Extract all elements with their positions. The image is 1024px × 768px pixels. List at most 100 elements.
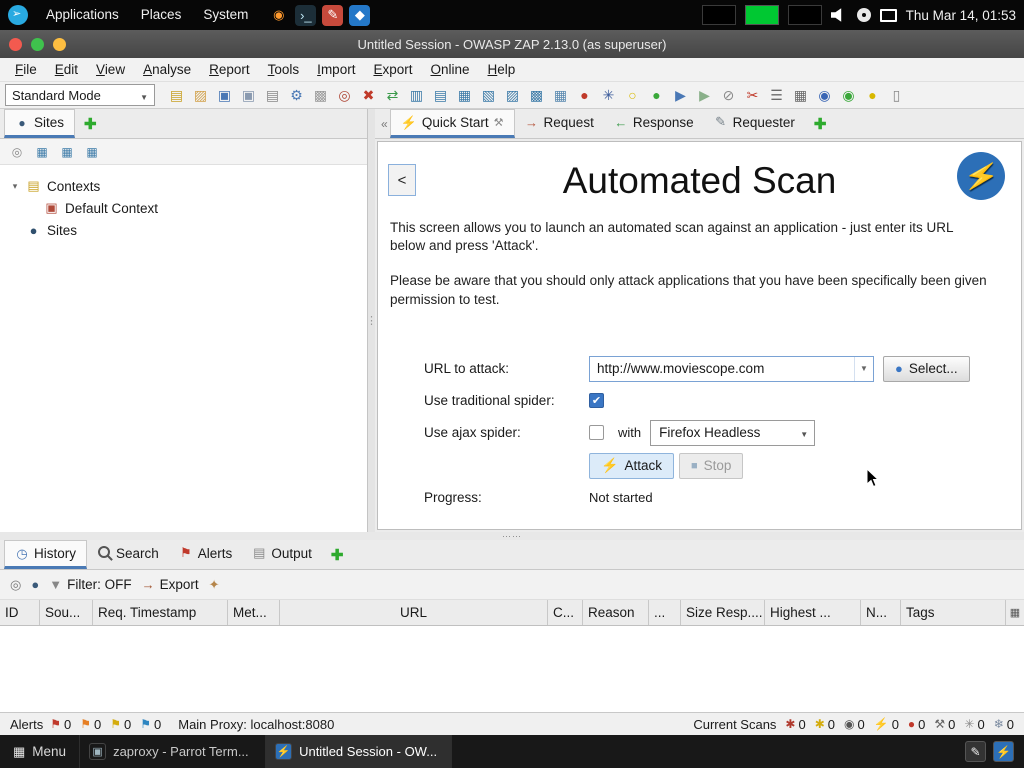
globe-icon[interactable]: ●: [31, 577, 39, 592]
firefox-icon[interactable]: ◉: [268, 5, 289, 26]
show-all-icon[interactable]: ▦: [32, 142, 52, 162]
menu-item[interactable]: File: [6, 60, 46, 79]
layout-full-icon[interactable]: ▦: [453, 83, 476, 107]
active-scan-icon[interactable]: ⚡ 0: [874, 717, 899, 732]
export-icon[interactable]: → Export: [142, 577, 199, 592]
horizontal-splitter[interactable]: [0, 532, 1024, 540]
show-tabs-icon[interactable]: ▦: [549, 83, 572, 107]
tab-history[interactable]: ◷ History: [4, 540, 87, 569]
open-session-icon[interactable]: ▨: [189, 83, 212, 107]
terminal-icon[interactable]: ›_: [295, 5, 316, 26]
proxy-status-icon[interactable]: ◉: [837, 83, 860, 107]
menu-item[interactable]: Import: [308, 60, 364, 79]
undo-icon[interactable]: ⇄: [381, 83, 404, 107]
volume-icon[interactable]: [831, 8, 848, 23]
yellow-flag-icon[interactable]: ⚑ 0: [110, 717, 131, 732]
red-flag-icon[interactable]: ⚑ 0: [50, 717, 71, 732]
layout-right-icon[interactable]: ▨: [501, 83, 524, 107]
fuzzer-scan-icon[interactable]: ⚒ 0: [934, 717, 955, 732]
filter-funnel-icon[interactable]: ▼ Filter: OFF: [49, 577, 131, 592]
column-header-id[interactable]: ID: [0, 600, 40, 625]
persist-session-icon[interactable]: ▣: [213, 83, 236, 107]
menu-item[interactable]: Report: [200, 60, 259, 79]
taskbar-window-zap[interactable]: ⚡ Untitled Session - OW...: [266, 735, 452, 768]
media-disc-icon[interactable]: [857, 8, 871, 22]
browser-select[interactable]: Firefox Headless: [650, 420, 815, 446]
column-header-reason[interactable]: Reason: [583, 600, 649, 625]
ajax-spider-scan-icon[interactable]: ✱ 0: [815, 717, 835, 732]
keyboard-icon[interactable]: ☰: [765, 83, 788, 107]
orange-flag-icon[interactable]: ⚑ 0: [80, 717, 101, 732]
menu-item[interactable]: Tools: [259, 60, 309, 79]
spider-scan-icon[interactable]: ✱ 0: [785, 717, 805, 732]
tab-search[interactable]: Search: [87, 540, 169, 569]
column-header-method[interactable]: Met...: [228, 600, 280, 625]
layout-split-icon[interactable]: ▤: [429, 83, 452, 107]
import-urls-icon[interactable]: ▦: [57, 142, 77, 162]
menu-item[interactable]: Online: [421, 60, 478, 79]
session-properties-icon[interactable]: ▤: [165, 83, 188, 107]
session-note-icon[interactable]: ▤: [261, 83, 284, 107]
access-control-scan-icon[interactable]: ✳ 0: [964, 717, 984, 732]
export-urls-icon[interactable]: ▦: [82, 142, 102, 162]
target-icon[interactable]: ◎: [7, 142, 27, 162]
history-table-body[interactable]: [0, 626, 1024, 712]
contexts-icon[interactable]: ▩: [309, 83, 332, 107]
break-scan-icon[interactable]: ● 0: [908, 717, 925, 732]
api-icon[interactable]: ◉: [813, 83, 836, 107]
workspace-thumbnail[interactable]: [702, 5, 736, 25]
taskbar-window-terminal[interactable]: ▣ zaproxy - Parrot Term...: [80, 735, 266, 768]
tab-output[interactable]: ▤ Output: [242, 540, 322, 569]
tree-node-sites[interactable]: ● Sites: [0, 219, 367, 241]
ajax-spider-checkbox[interactable]: [589, 425, 604, 440]
menu-item[interactable]: View: [87, 60, 134, 79]
menu-item[interactable]: Export: [364, 60, 421, 79]
traditional-spider-checkbox[interactable]: ✔: [589, 393, 604, 408]
applications-menu[interactable]: Applications: [36, 0, 129, 30]
column-header-note[interactable]: N...: [861, 600, 901, 625]
layout-left-icon[interactable]: ▧: [477, 83, 500, 107]
tree-node-default-context[interactable]: ▣ Default Context: [0, 197, 367, 219]
column-header-code[interactable]: C...: [548, 600, 583, 625]
report-icon[interactable]: ▯: [885, 83, 908, 107]
record-icon[interactable]: ●: [645, 83, 668, 107]
chevron-down-icon[interactable]: [854, 357, 873, 381]
back-button[interactable]: <: [388, 164, 416, 196]
step-icon[interactable]: ▶: [669, 83, 692, 107]
tab-scroll-icon[interactable]: [379, 109, 390, 138]
blue-flag-icon[interactable]: ⚑ 0: [140, 717, 161, 732]
stop-icon[interactable]: ⊘: [717, 83, 740, 107]
break-point-icon[interactable]: ●: [573, 83, 596, 107]
close-button[interactable]: [9, 38, 22, 51]
spider-icon[interactable]: ✳: [597, 83, 620, 107]
tab-sites[interactable]: ● Sites: [4, 109, 75, 138]
minimize-button[interactable]: [53, 38, 66, 51]
display-icon[interactable]: [880, 9, 897, 22]
drop-icon[interactable]: ✂: [741, 83, 764, 107]
delete-icon[interactable]: ✖: [357, 83, 380, 107]
layout-tabs-icon[interactable]: ▥: [405, 83, 428, 107]
table-columns-icon[interactable]: ▦: [789, 83, 812, 107]
column-header-size[interactable]: Size Resp....: [681, 600, 765, 625]
tab-requester[interactable]: ✎ Requester: [704, 109, 805, 138]
workspace-thumbnail-active[interactable]: [745, 5, 779, 25]
column-header-source[interactable]: Sou...: [40, 600, 93, 625]
workspace-thumbnail[interactable]: [788, 5, 822, 25]
broom-icon[interactable]: ✦: [209, 577, 220, 593]
help-icon[interactable]: ●: [861, 83, 884, 107]
tree-node-contexts[interactable]: ▤ Contexts: [0, 175, 367, 197]
maximize-button[interactable]: [31, 38, 44, 51]
continue-icon[interactable]: ▶: [693, 83, 716, 107]
attack-button[interactable]: ⚡ Attack: [589, 453, 674, 479]
clock[interactable]: Thu Mar 14, 01:53: [906, 8, 1016, 23]
mode-select[interactable]: Standard Mode: [5, 84, 155, 106]
column-header-rtt[interactable]: ...: [649, 600, 681, 625]
scope-target-icon[interactable]: ◎: [10, 577, 21, 593]
add-tab-button[interactable]: ✚: [805, 109, 836, 138]
column-header-highest-alert[interactable]: Highest ...: [765, 600, 861, 625]
tab-response[interactable]: ← Response: [604, 109, 704, 138]
hints-icon[interactable]: ○: [621, 83, 644, 107]
parrot-logo-icon[interactable]: [8, 5, 28, 25]
vertical-splitter[interactable]: [368, 109, 375, 532]
zap-tray-icon[interactable]: ⚡: [993, 741, 1014, 762]
